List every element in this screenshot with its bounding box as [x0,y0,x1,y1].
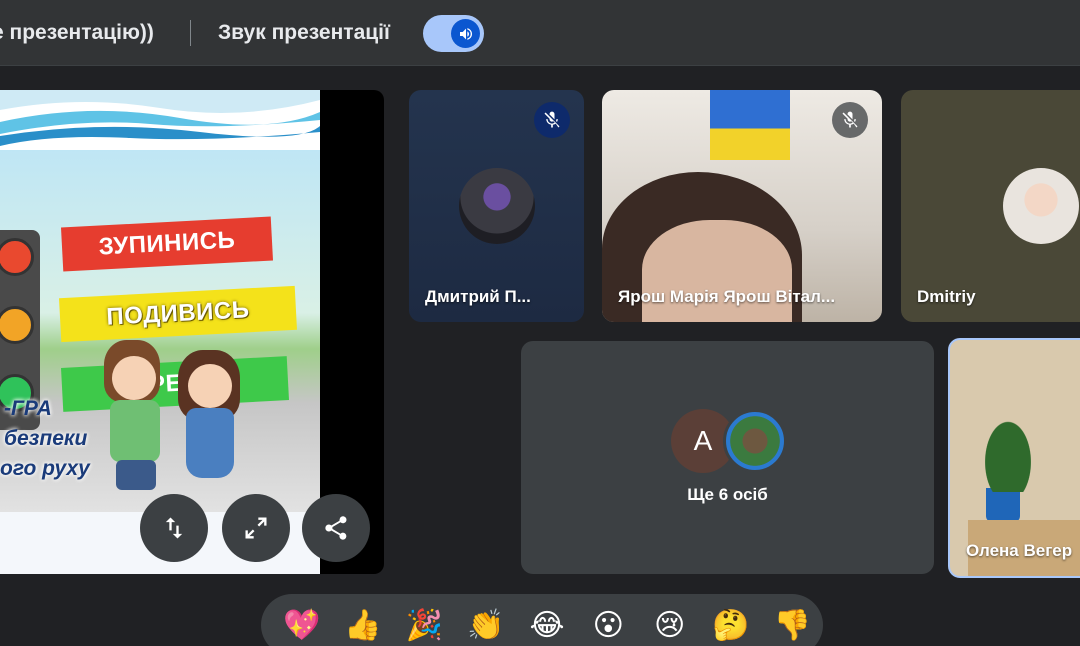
participant-avatar [723,409,787,473]
participant-tile[interactable]: Ярош Марія Ярош Вітал... [602,90,882,322]
volume-icon [451,19,480,48]
more-participants-tile[interactable]: А Ще 6 осіб [521,341,934,574]
participant-name: Олена Вегер [966,541,1073,560]
reaction-thumbs-down-button[interactable]: 👎 [762,600,823,646]
participant-tile[interactable]: Олена Вегер [948,338,1080,578]
reaction-heart-button[interactable]: 💖 [271,600,332,646]
presentation-sound-toggle[interactable] [423,15,484,52]
participant-name: Dmitriy [917,287,976,306]
slide-text-line: безпеки [4,427,88,450]
participant-avatar [1003,168,1079,244]
reaction-laugh-button[interactable]: 😂 [516,600,577,646]
slide-wave-decoration [0,90,320,150]
reaction-party-button[interactable]: 🎉 [394,600,455,646]
participant-name: Ярош Марія Ярош Вітал... [618,287,836,306]
swap-arrows-icon [165,517,183,539]
slide-text-line: ого руху [0,457,90,480]
participant-name: Дмитрий П... [425,287,531,306]
presentation-topbar: е презентацію)) Звук презентації [0,0,1080,66]
reactions-bar: 💖 👍 🎉 👏 😂 😮 😢 🤔 👎 [261,594,823,646]
plant-leaves [968,392,1048,492]
participant-tile[interactable]: Дмитрий П... [409,90,584,322]
presentation-view: ЗУПИНИСЬ ПОДИВИСЬ ПЕРЕЙДИ -ГРА безпеки о… [0,90,384,574]
slide-title-text: -ГРА безпеки ого руху [0,394,110,484]
mic-off-icon [842,111,858,128]
swap-layout-button[interactable] [140,494,208,562]
presentation-sound-label: Звук презентації [218,21,390,44]
reaction-sad-button[interactable]: 😢 [639,600,700,646]
plant-pot [986,488,1020,522]
slide-text-line: -ГРА [4,397,52,420]
mic-off-indicator [534,102,570,138]
reaction-surprised-button[interactable]: 😮 [578,600,639,646]
reaction-thumbs-up-button[interactable]: 👍 [332,600,393,646]
reaction-thinking-button[interactable]: 🤔 [700,600,761,646]
expand-icon [245,517,267,539]
slide-banner-stop: ЗУПИНИСЬ [60,216,274,272]
slide-banner-look: ПОДИВИСЬ [59,285,297,343]
presentation-label: е презентацію)) [0,21,154,44]
fullscreen-button[interactable] [222,494,290,562]
participant-avatar [459,168,535,244]
flag-poster [710,90,790,160]
more-participants-label: Ще 6 осіб [687,485,768,504]
mic-off-indicator [832,102,868,138]
mic-off-icon [544,111,560,128]
share-button[interactable] [302,494,370,562]
share-icon [325,516,347,540]
reaction-clap-button[interactable]: 👏 [455,600,516,646]
topbar-divider [190,20,191,46]
participant-tile[interactable]: Dmitriy [901,90,1080,322]
